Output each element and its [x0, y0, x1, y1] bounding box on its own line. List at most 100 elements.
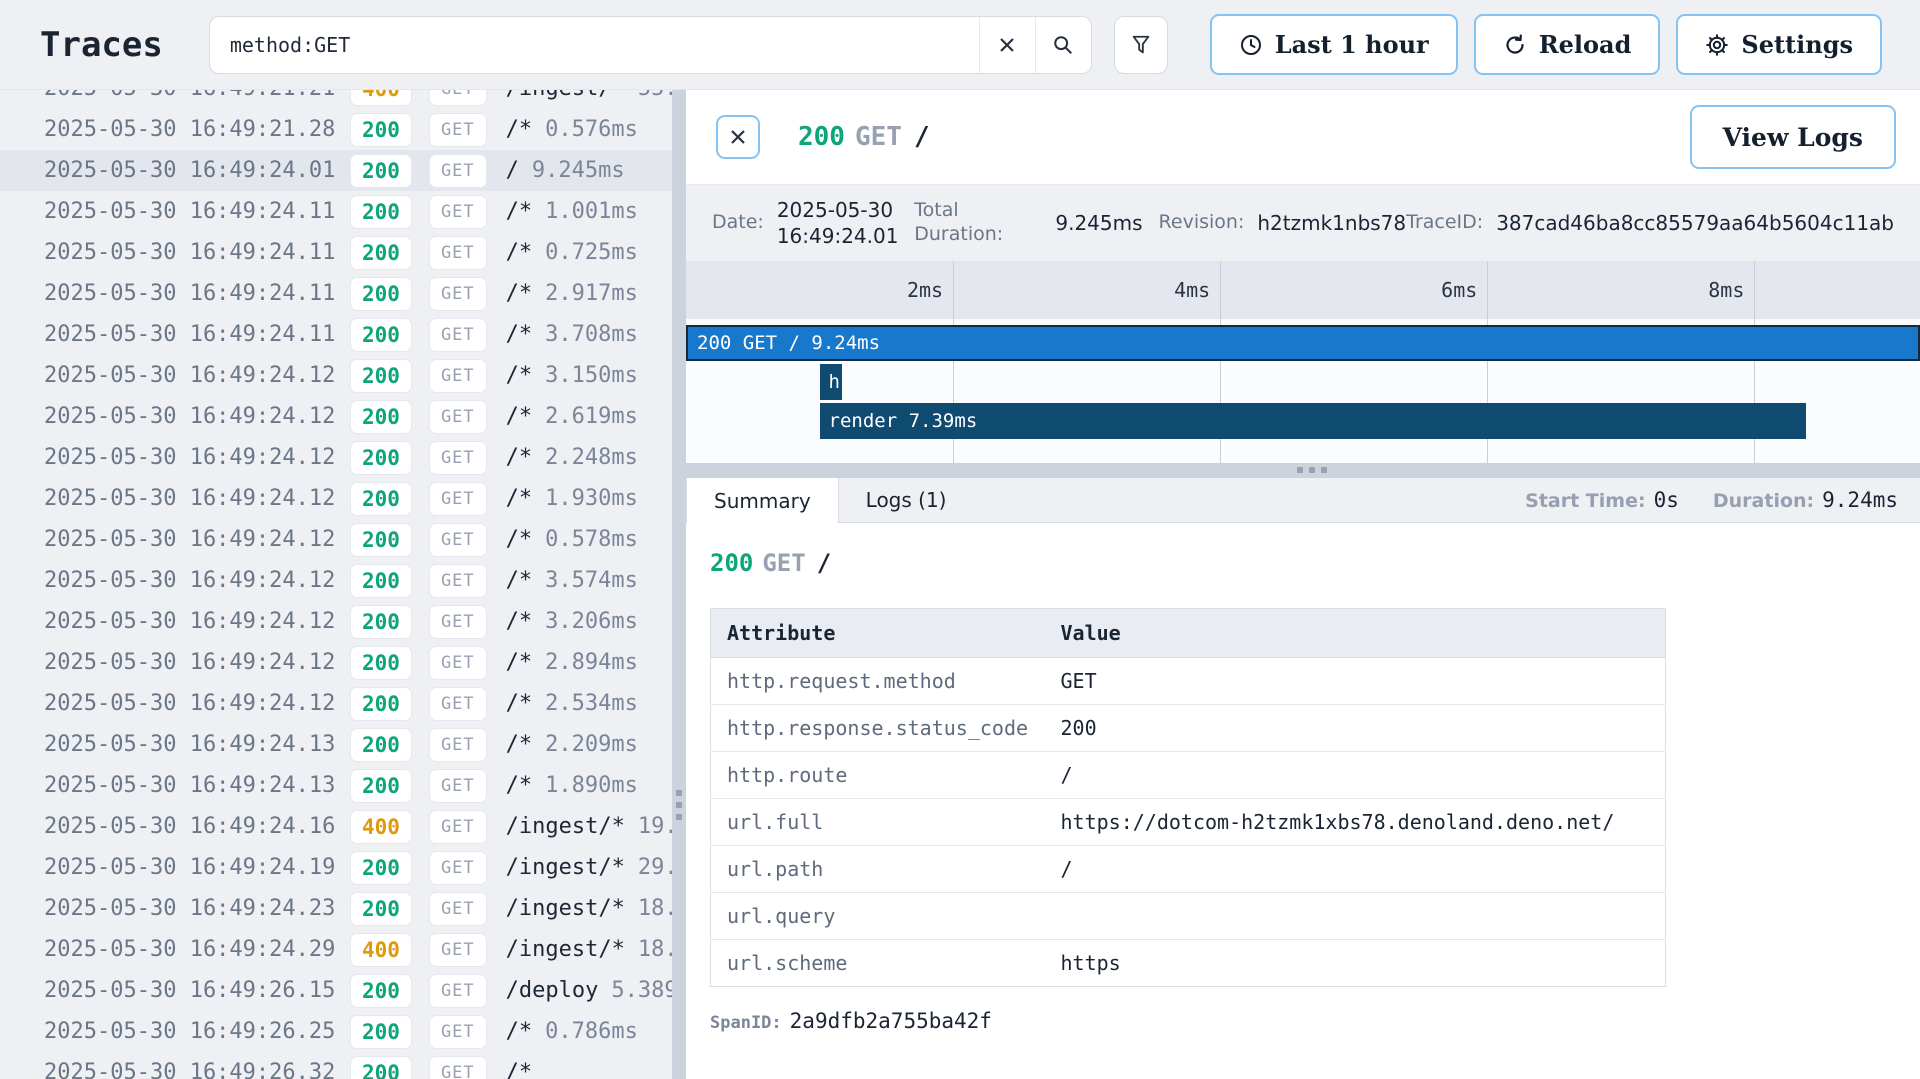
tab-summary[interactable]: Summary: [686, 478, 839, 523]
trace-duration: 0.578ms: [545, 527, 638, 552]
status-badge: 200: [350, 523, 412, 557]
trace-row[interactable]: 2025-05-30 16:49:24.16400GET/ingest/*19.: [0, 806, 672, 847]
trace-row[interactable]: 2025-05-30 16:49:24.01200GET/9.245ms: [0, 150, 672, 191]
attribute-row: http.request.methodGET: [711, 658, 1666, 705]
span-bar[interactable]: 200 GET / 9.24ms: [686, 325, 1920, 361]
time-range-button[interactable]: Last 1 hour: [1210, 14, 1458, 75]
status-badge: 200: [350, 769, 412, 803]
waterfall-tick-label: 2ms: [867, 278, 943, 302]
trace-duration: 0.786ms: [545, 1019, 638, 1044]
trace-timestamp: 2025-05-30 16:49:24.23: [44, 896, 350, 921]
start-time-value: 0s: [1654, 488, 1679, 512]
trace-path: /ingest/*: [506, 90, 625, 101]
trace-timestamp: 2025-05-30 16:49:24.12: [44, 609, 350, 634]
trace-row[interactable]: 2025-05-30 16:49:21.21400GET/ingest/*55.: [0, 90, 672, 109]
waterfall-resize-handle[interactable]: [686, 463, 1920, 478]
attribute-value: [1045, 893, 1666, 940]
trace-row[interactable]: 2025-05-30 16:49:24.13200GET/*1.890ms: [0, 765, 672, 806]
panel-resize-handle[interactable]: [672, 90, 686, 1079]
duration-value: 9.24ms: [1822, 488, 1898, 512]
trace-row[interactable]: 2025-05-30 16:49:26.15200GET/deploy5.389: [0, 970, 672, 1011]
trace-row[interactable]: 2025-05-30 16:49:24.12200GET/*2.534ms: [0, 683, 672, 724]
main-split: 2025-05-30 16:49:21.21400GET/ingest/*55.…: [0, 90, 1920, 1079]
trace-row[interactable]: 2025-05-30 16:49:24.12200GET/*3.150ms: [0, 355, 672, 396]
trace-row[interactable]: 2025-05-30 16:49:26.32200GET/*: [0, 1052, 672, 1079]
date-label: Date:: [712, 211, 764, 235]
settings-button[interactable]: Settings: [1676, 14, 1882, 75]
trace-duration: 3.574ms: [545, 568, 638, 593]
trace-row[interactable]: 2025-05-30 16:49:24.11200GET/*1.001ms: [0, 191, 672, 232]
trace-row[interactable]: 2025-05-30 16:49:24.23200GET/ingest/*18.: [0, 888, 672, 929]
start-time-label: Start Time:: [1525, 490, 1645, 512]
resize-dot: [676, 790, 682, 796]
trace-row[interactable]: 2025-05-30 16:49:24.12200GET/*1.930ms: [0, 478, 672, 519]
clear-search-button[interactable]: [979, 17, 1035, 73]
trace-row[interactable]: 2025-05-30 16:49:24.11200GET/*2.917ms: [0, 273, 672, 314]
method-badge: GET: [429, 851, 487, 885]
trace-row[interactable]: 2025-05-30 16:49:24.12200GET/*2.894ms: [0, 642, 672, 683]
trace-timestamp: 2025-05-30 16:49:24.01: [44, 158, 350, 183]
trace-row[interactable]: 2025-05-30 16:49:24.13200GET/*2.209ms: [0, 724, 672, 765]
reload-button[interactable]: Reload: [1474, 14, 1661, 75]
status-badge: 200: [350, 482, 412, 516]
resize-dot: [1321, 467, 1327, 473]
span-id-line: SpanID:2a9dfb2a755ba42f: [710, 1009, 1920, 1033]
trace-timestamp: 2025-05-30 16:49:26.25: [44, 1019, 350, 1044]
method-badge: GET: [429, 974, 487, 1008]
trace-detail-panel: 200GET/ View Logs Date: 2025-05-30 16:49…: [686, 90, 1920, 1079]
trace-path: /*: [506, 1060, 533, 1079]
trace-timestamp: 2025-05-30 16:49:24.29: [44, 937, 350, 962]
filter-button[interactable]: [1114, 16, 1168, 74]
trace-row[interactable]: 2025-05-30 16:49:24.29400GET/ingest/*18.: [0, 929, 672, 970]
refresh-icon: [1503, 33, 1527, 57]
trace-row[interactable]: 2025-05-30 16:49:24.11200GET/*3.708ms: [0, 314, 672, 355]
trace-id-value: 387cad46ba8cc85579aa64b5604c11ab: [1496, 210, 1894, 236]
detail-title: 200GET/: [798, 122, 930, 152]
attribute-name: http.response.status_code: [711, 705, 1045, 752]
trace-row[interactable]: 2025-05-30 16:49:26.25200GET/*0.786ms: [0, 1011, 672, 1052]
method-badge: GET: [429, 318, 487, 352]
gear-icon: [1705, 33, 1729, 57]
tab-logs[interactable]: Logs (1): [839, 478, 974, 522]
status-badge: 200: [350, 236, 412, 270]
trace-duration: 18.: [638, 937, 672, 962]
close-detail-button[interactable]: [716, 115, 760, 159]
http-method: GET: [762, 549, 805, 577]
search-box: [209, 16, 1092, 74]
trace-path: /*: [506, 199, 533, 224]
method-badge: GET: [429, 523, 487, 557]
view-logs-button[interactable]: View Logs: [1690, 105, 1896, 169]
trace-duration: 0.576ms: [545, 117, 638, 142]
span-bar[interactable]: h: [820, 364, 843, 400]
trace-row[interactable]: 2025-05-30 16:49:24.12200GET/*2.619ms: [0, 396, 672, 437]
span-waterfall: 2ms4ms6ms8ms200 GET / 9.24mshrender 7.39…: [686, 261, 1920, 463]
trace-duration: 0.725ms: [545, 240, 638, 265]
trace-row[interactable]: 2025-05-30 16:49:24.12200GET/*2.248ms: [0, 437, 672, 478]
funnel-icon: [1130, 34, 1152, 56]
status-badge: 200: [350, 1056, 412, 1079]
resize-dot: [676, 814, 682, 820]
search-input[interactable]: [210, 17, 979, 73]
attribute-row: url.path/: [711, 846, 1666, 893]
span-bar[interactable]: render 7.39ms: [820, 403, 1807, 439]
trace-row[interactable]: 2025-05-30 16:49:24.19200GET/ingest/*29.: [0, 847, 672, 888]
method-badge: GET: [429, 810, 487, 844]
status-badge: 400: [350, 90, 412, 106]
status-badge: 200: [350, 318, 412, 352]
detail-tabbar: Summary Logs (1) Start Time:0s Duration:…: [686, 478, 1920, 523]
trace-duration: 1.890ms: [545, 773, 638, 798]
status-badge: 200: [350, 687, 412, 721]
trace-row[interactable]: 2025-05-30 16:49:24.11200GET/*0.725ms: [0, 232, 672, 273]
trace-row[interactable]: 2025-05-30 16:49:24.12200GET/*3.574ms: [0, 560, 672, 601]
status-badge: 200: [350, 564, 412, 598]
span-id-label: SpanID:: [710, 1013, 782, 1033]
trace-row[interactable]: 2025-05-30 16:49:24.12200GET/*3.206ms: [0, 601, 672, 642]
search-submit-button[interactable]: [1035, 17, 1091, 73]
status-badge: 200: [350, 400, 412, 434]
attribute-name: url.query: [711, 893, 1045, 940]
attribute-value: https: [1045, 940, 1666, 987]
trace-row[interactable]: 2025-05-30 16:49:21.28200GET/*0.576ms: [0, 109, 672, 150]
method-badge: GET: [429, 195, 487, 229]
trace-row[interactable]: 2025-05-30 16:49:24.12200GET/*0.578ms: [0, 519, 672, 560]
trace-path: /ingest/*: [506, 896, 625, 921]
